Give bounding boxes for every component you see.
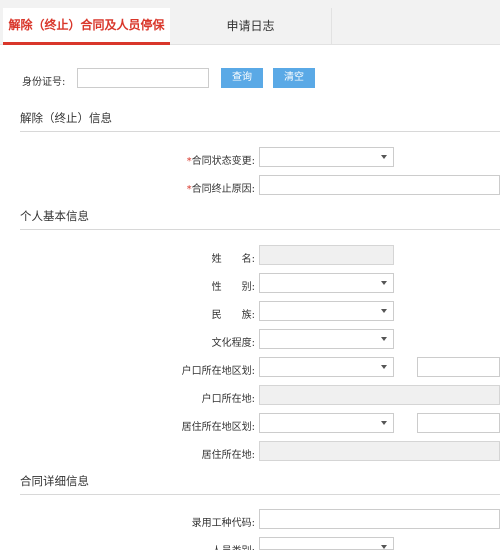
job-code-label: 录用工种代码: — [191, 518, 255, 529]
hukou-region-detail-field[interactable] — [417, 357, 500, 377]
termination-reason-input[interactable] — [259, 175, 500, 195]
section-title-personal: 个人基本信息 — [20, 209, 89, 223]
section-divider — [20, 229, 500, 230]
chevron-down-icon — [381, 365, 387, 369]
gender-label: 性 别: — [211, 282, 255, 293]
section-divider — [20, 494, 500, 495]
chevron-down-icon — [381, 421, 387, 425]
termination-reason-label: 合同终止原因: — [191, 184, 255, 195]
chevron-down-icon — [381, 337, 387, 341]
job-code-input[interactable] — [259, 509, 500, 529]
termination-reason-label-row: *合同终止原因: — [135, 180, 255, 195]
education-select[interactable] — [259, 329, 394, 349]
id-number-label: 身份证号: — [22, 77, 66, 88]
residence-region-label: 居住所在地区划: — [181, 422, 255, 433]
person-category-select[interactable] — [259, 537, 394, 550]
tab-bar: 解除（终止）合同及人员停保 申请日志 — [0, 0, 500, 45]
chevron-down-icon — [381, 545, 387, 549]
residence-region-select[interactable] — [259, 413, 394, 433]
status-change-label-row: *合同状态变更: — [135, 152, 255, 167]
hukou-region-select[interactable] — [259, 357, 394, 377]
status-change-label: 合同状态变更: — [191, 156, 255, 167]
section-title-contract: 合同详细信息 — [20, 474, 89, 488]
residence-region-detail-field[interactable] — [417, 413, 500, 433]
residence-address-field — [259, 441, 500, 461]
hukou-address-label: 户口所在地: — [201, 394, 255, 405]
chevron-down-icon — [381, 155, 387, 159]
clear-button[interactable]: 清空 — [273, 68, 315, 88]
tab-termination[interactable]: 解除（终止）合同及人员停保 — [3, 8, 170, 45]
status-change-select[interactable] — [259, 147, 394, 167]
chevron-down-icon — [381, 281, 387, 285]
hukou-region-label: 户口所在地区划: — [181, 366, 255, 377]
section-title-termination: 解除（终止）信息 — [20, 111, 112, 125]
name-label: 姓 名: — [211, 254, 255, 265]
chevron-down-icon — [381, 309, 387, 313]
tab-application-log[interactable]: 申请日志 — [170, 8, 332, 45]
name-field — [259, 245, 394, 265]
education-label: 文化程度: — [211, 338, 255, 349]
ethnicity-select[interactable] — [259, 301, 394, 321]
gender-select[interactable] — [259, 273, 394, 293]
ethnicity-label: 民 族: — [211, 310, 255, 321]
hukou-address-field — [259, 385, 500, 405]
query-button[interactable]: 查询 — [221, 68, 263, 88]
section-divider — [20, 131, 500, 132]
id-number-input[interactable] — [77, 68, 209, 88]
person-category-label: 人员类别: — [135, 542, 255, 550]
residence-address-label: 居住所在地: — [201, 450, 255, 461]
